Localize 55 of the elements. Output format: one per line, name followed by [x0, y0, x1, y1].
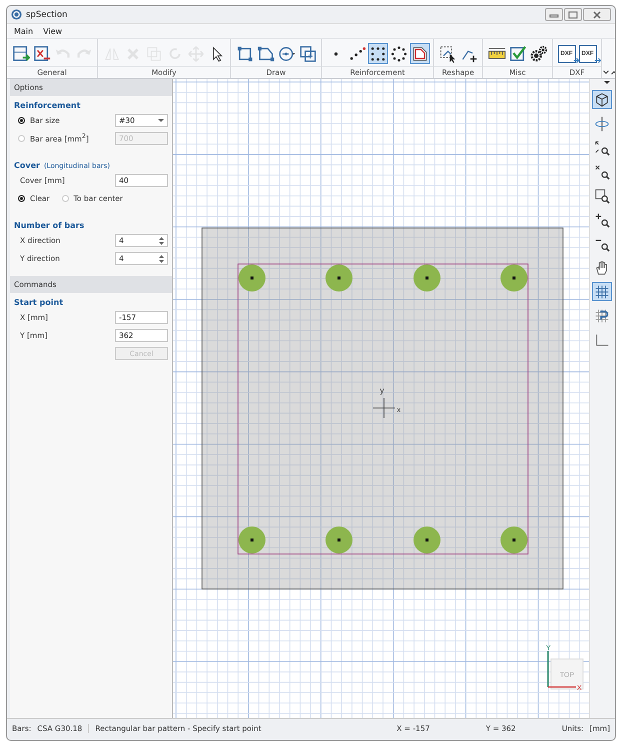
section-title: Reinforcement	[14, 101, 82, 110]
ribbon-button[interactable]	[410, 43, 430, 64]
rebar	[414, 526, 440, 554]
arrow-icon	[572, 56, 580, 64]
rebar	[414, 264, 440, 292]
rebar	[238, 526, 266, 554]
section-title: Start point	[14, 298, 64, 307]
pan-icon	[594, 260, 610, 276]
origin-marker	[372, 398, 396, 418]
radio-button[interactable]	[18, 117, 25, 124]
rebar	[500, 526, 528, 554]
rebar	[326, 264, 352, 292]
axes-icon	[594, 332, 610, 348]
orbit-icon	[594, 116, 610, 132]
arrow-icon	[594, 56, 600, 64]
section-title: Number of bars	[14, 221, 86, 230]
save-icon	[12, 44, 30, 64]
axis-label: y	[380, 386, 384, 395]
rebar	[238, 264, 266, 292]
radio-button[interactable]	[18, 195, 25, 202]
check-icon	[508, 44, 526, 64]
single-bar-icon	[334, 52, 338, 56]
view-tool-button[interactable]	[592, 90, 612, 109]
combine-icon	[298, 44, 316, 64]
menu-item[interactable]: View	[39, 26, 66, 36]
view3d-icon	[594, 92, 610, 108]
zoom-in-icon	[594, 212, 610, 228]
maximize-button[interactable]	[564, 8, 582, 21]
close-icon	[592, 10, 602, 18]
menu-item[interactable]: Main	[10, 26, 38, 36]
maximize-icon	[568, 10, 578, 18]
app-logo-icon	[11, 9, 22, 20]
spin-arrows-icon	[159, 236, 164, 244]
snap-icon	[594, 308, 610, 324]
caret-icon	[158, 118, 164, 122]
zoom-fit-icon	[594, 164, 610, 180]
spin-arrows-icon	[159, 254, 164, 262]
rebar	[326, 526, 352, 554]
reshape-select-icon	[438, 44, 456, 64]
close-button[interactable]	[583, 8, 611, 21]
section-title: Cover	[14, 161, 40, 170]
window-title: spSection	[26, 10, 68, 20]
rebar	[500, 264, 528, 292]
gears-icon	[530, 44, 548, 64]
ribbon-button[interactable]	[368, 43, 388, 64]
minimize-icon	[549, 12, 559, 18]
zoom-extents-icon	[594, 140, 610, 156]
grid-icon	[594, 284, 610, 300]
zoom-window-icon	[594, 188, 610, 204]
dropdown-arrow-icon[interactable]	[604, 81, 610, 85]
close-icon	[32, 44, 50, 64]
minimize-button[interactable]	[545, 8, 563, 21]
ribbon-button[interactable]	[528, 43, 548, 64]
circle-pattern-icon	[390, 44, 408, 64]
collapse-ribbon-icon[interactable]	[602, 69, 615, 76]
